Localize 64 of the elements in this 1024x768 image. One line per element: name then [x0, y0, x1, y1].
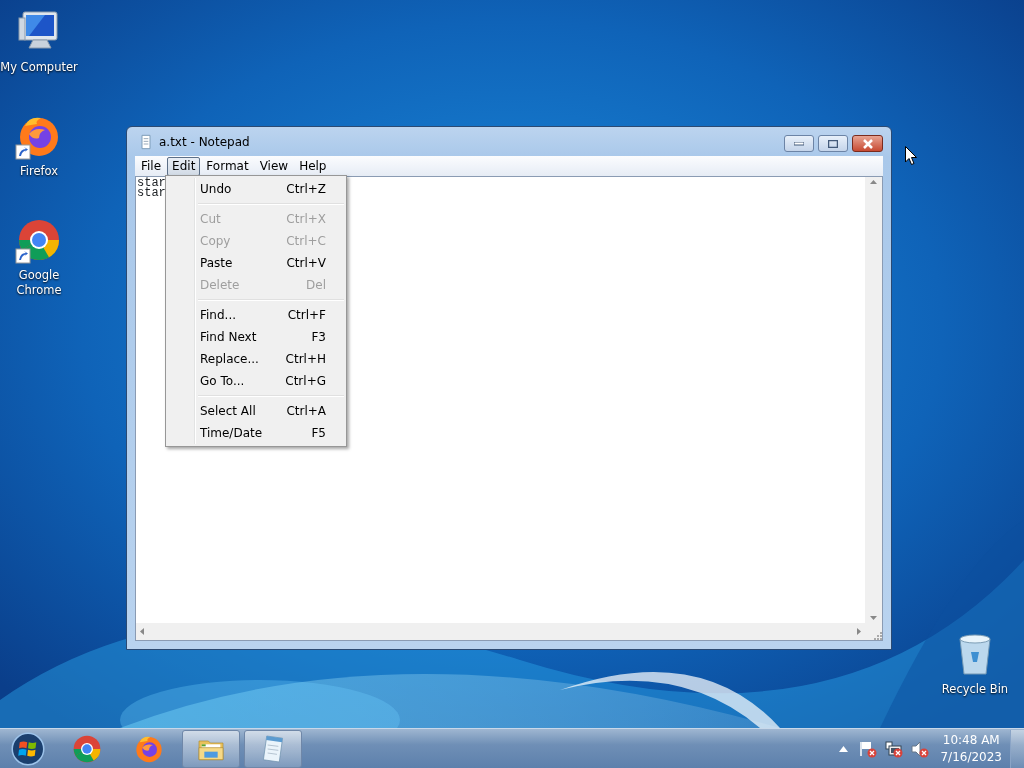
icon-label[interactable]: Recycle Bin: [941, 682, 1009, 697]
maximize-icon: [828, 139, 838, 148]
shortcut-label: Ctrl+F: [287, 307, 326, 324]
icon-label[interactable]: Google Chrome: [0, 268, 78, 298]
minimize-button[interactable]: [784, 135, 814, 152]
network-icon[interactable]: [884, 739, 905, 758]
option-label: Go To...: [200, 373, 245, 390]
menu-item[interactable]: File: [136, 156, 167, 176]
clock-date[interactable]: 7/16/2023: [940, 748, 1002, 766]
shortcut-label: Ctrl+G: [285, 373, 326, 390]
flag-icon[interactable]: [858, 739, 879, 758]
vertical-scrollbar[interactable]: [865, 177, 882, 623]
option-label: Find Next: [200, 329, 257, 346]
shortcut-label: Ctrl+H: [285, 351, 326, 368]
minimize-icon: [794, 141, 804, 146]
text-file-icon: [138, 134, 154, 150]
speaker-icon[interactable]: [910, 739, 931, 758]
close-button[interactable]: [852, 135, 883, 152]
mouse-cursor-icon: [905, 146, 917, 165]
scroll-down-arrow-icon[interactable]: [870, 616, 877, 620]
horizontal-scrollbar[interactable]: [136, 623, 865, 640]
scroll-right-arrow-icon[interactable]: [857, 628, 861, 635]
shortcut-label: Ctrl+X: [286, 211, 326, 228]
shortcut-label: F3: [311, 329, 326, 346]
option-label: Undo: [200, 181, 232, 198]
taskbar-button[interactable]: [244, 729, 302, 768]
menu-item[interactable]: Edit: [167, 156, 201, 176]
scroll-left-arrow-icon[interactable]: [140, 628, 144, 635]
maximize-button[interactable]: [818, 135, 848, 152]
resize-grip-icon[interactable]: [873, 631, 882, 640]
option-label: Paste: [200, 255, 233, 272]
menu-option[interactable]: Select All Ctrl+A: [168, 400, 344, 422]
close-icon: [861, 138, 874, 149]
menu-option[interactable]: Paste Ctrl+V: [168, 252, 344, 274]
show-hidden-icons-icon[interactable]: [839, 745, 849, 752]
option-label: Find...: [200, 307, 237, 324]
scroll-up-arrow-icon[interactable]: [870, 180, 877, 184]
option-label: Replace...: [200, 351, 259, 368]
menu-option[interactable]: Find Next F3: [168, 326, 344, 348]
shortcut-label: Ctrl+Z: [286, 181, 326, 198]
menu-option[interactable]: Go To... Ctrl+G: [168, 370, 344, 392]
option-label: Cut: [200, 211, 221, 228]
icon-label[interactable]: My Computer: [0, 60, 78, 75]
menu-option[interactable]: Find... Ctrl+F: [168, 304, 344, 326]
windows-logo-icon: [10, 730, 46, 767]
window-title: a.txt - Notepad: [159, 133, 250, 151]
menu-item[interactable]: Format: [201, 156, 254, 176]
taskbar-button[interactable]: [182, 729, 240, 768]
menu-option[interactable]: Time/Date F5: [168, 422, 344, 444]
option-label: Copy: [200, 233, 231, 250]
icon-label[interactable]: Firefox: [19, 164, 59, 179]
option-label: Delete: [200, 277, 240, 294]
option-label: Select All: [200, 403, 256, 420]
menu-option[interactable]: Replace... Ctrl+H: [168, 348, 344, 370]
shortcut-label: Ctrl+C: [286, 233, 326, 250]
shortcut-label: Ctrl+V: [286, 255, 326, 272]
option-label: Time/Date: [200, 425, 263, 442]
menu-item[interactable]: Help: [294, 156, 332, 176]
shortcut-label: F5: [311, 425, 326, 442]
shortcut-label: Ctrl+A: [286, 403, 326, 420]
show-desktop-button[interactable]: [1010, 729, 1024, 768]
menu-option[interactable]: Undo Ctrl+Z: [168, 178, 344, 200]
shortcut-label: Del: [306, 277, 326, 294]
menu-item[interactable]: View: [254, 156, 294, 176]
